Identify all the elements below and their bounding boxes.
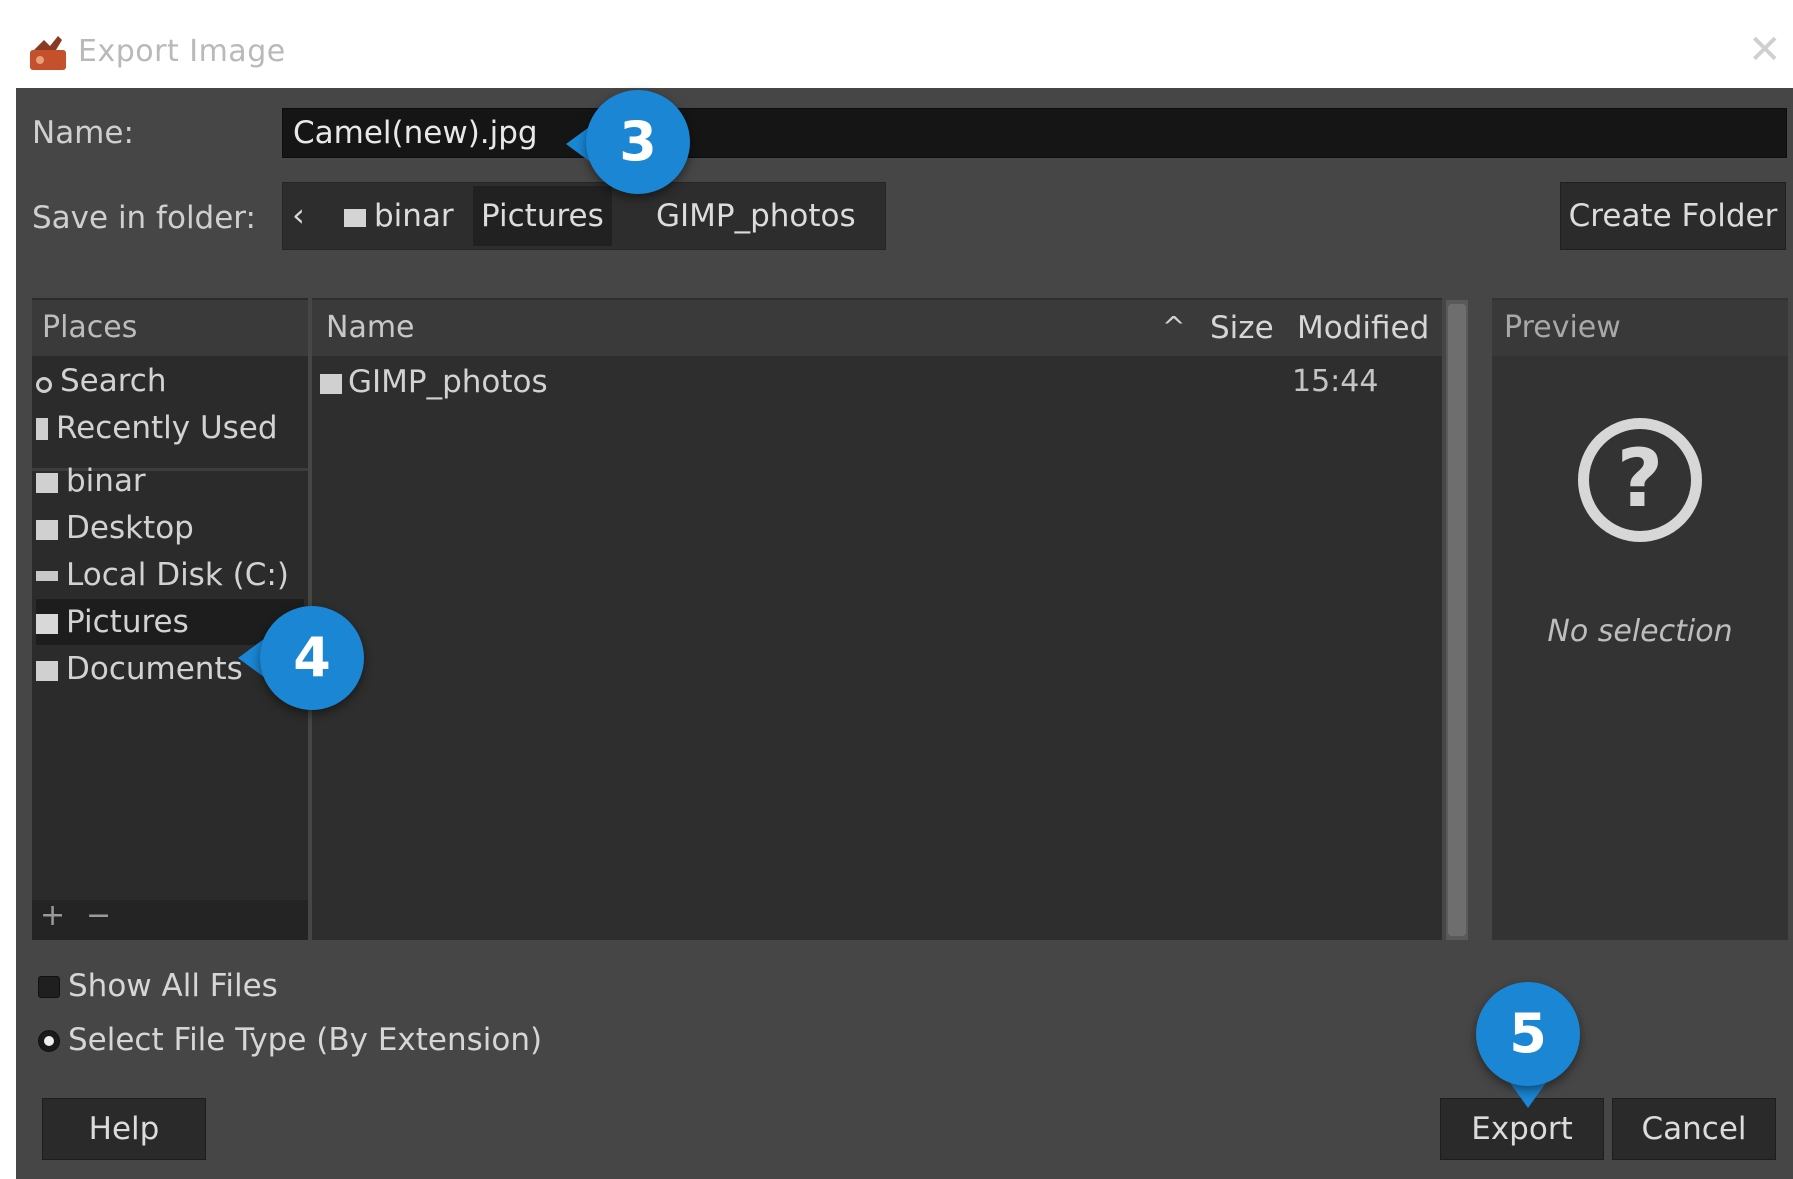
search-icon	[36, 377, 52, 393]
scrollbar-thumb[interactable]	[1448, 304, 1466, 936]
file-name-label: GIMP_photos	[348, 364, 548, 400]
folder-icon	[36, 661, 58, 681]
column-header-name[interactable]: Name	[326, 310, 415, 345]
add-bookmark-button[interactable]: +	[40, 898, 65, 933]
file-row-name[interactable]: GIMP_photos	[320, 364, 548, 400]
place-binar[interactable]: binar	[36, 458, 304, 504]
no-selection-text: No selection	[1547, 614, 1733, 649]
show-all-files-checkbox[interactable]	[38, 976, 60, 998]
show-all-files-label[interactable]: Show All Files	[68, 968, 278, 1004]
place-desktop[interactable]: Desktop	[36, 505, 304, 551]
place-recently-used[interactable]: Recently Used	[36, 405, 304, 451]
crumb-label: binar	[374, 198, 454, 234]
gimp-app-icon	[28, 34, 70, 72]
close-icon[interactable]: ✕	[1748, 30, 1782, 70]
place-search[interactable]: Search	[36, 358, 304, 404]
remove-bookmark-button[interactable]: −	[86, 898, 111, 933]
recent-icon	[36, 418, 48, 440]
cancel-button[interactable]: Cancel	[1612, 1098, 1776, 1160]
place-label: Search	[60, 363, 167, 399]
column-header-modified[interactable]: Modified	[1297, 310, 1429, 346]
path-crumb-gimp-photos[interactable]: GIMP_photos	[648, 186, 864, 246]
expander-dot	[44, 1036, 54, 1046]
path-crumb-pictures[interactable]: Pictures	[473, 186, 612, 246]
name-label: Name:	[32, 115, 134, 151]
place-label: Desktop	[66, 510, 194, 546]
place-label: Documents	[66, 651, 243, 687]
file-row-modified: 15:44	[1292, 364, 1379, 399]
question-icon: ?	[1578, 418, 1702, 542]
callout-step-3: 3	[586, 90, 690, 194]
places-footer	[32, 900, 308, 940]
create-folder-button[interactable]: Create Folder	[1560, 182, 1786, 250]
folder-icon	[320, 374, 342, 394]
place-label: Pictures	[66, 604, 189, 640]
callout-step-4: 4	[260, 606, 364, 710]
path-back-button[interactable]: ‹	[292, 196, 305, 234]
callout-step-5: 5	[1476, 982, 1580, 1086]
path-crumb-binar[interactable]: binar	[336, 186, 462, 246]
column-header-size[interactable]: Size	[1210, 310, 1274, 346]
place-local-disk[interactable]: Local Disk (C:)	[36, 552, 304, 598]
save-in-folder-label: Save in folder:	[32, 200, 256, 236]
select-file-type-label[interactable]: Select File Type (By Extension)	[68, 1022, 542, 1058]
place-label: Local Disk (C:)	[66, 557, 289, 593]
folder-icon	[36, 520, 58, 540]
place-label: binar	[66, 463, 146, 499]
drive-icon	[36, 571, 58, 581]
sort-ascending-icon: ^	[1162, 310, 1186, 343]
file-name-input[interactable]: Camel(new).jpg	[282, 108, 1787, 158]
pictures-folder-icon	[36, 614, 58, 634]
places-header: Places	[32, 300, 308, 356]
help-button[interactable]: Help	[42, 1098, 206, 1160]
preview-header: Preview	[1492, 300, 1788, 356]
place-label: Recently Used	[56, 410, 278, 446]
window-title: Export Image	[78, 34, 286, 69]
folder-icon	[36, 473, 58, 493]
folder-icon	[344, 209, 366, 227]
